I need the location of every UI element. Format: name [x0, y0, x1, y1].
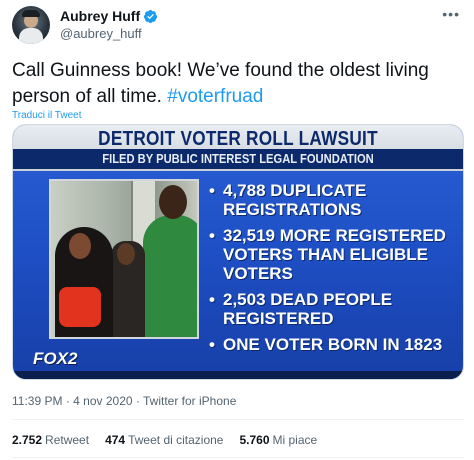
meta-separator: ·	[62, 394, 74, 408]
retweets-count: 2.752	[12, 433, 43, 447]
graphic-bullet-list: 4,788 DUPLICATE REGISTRATIONS 32,519 MOR…	[209, 181, 463, 361]
quote-tweets-label: Tweet di citazione	[128, 433, 224, 447]
avatar-body-shape	[19, 28, 43, 44]
quote-tweets-stat[interactable]: 474 Tweet di citazione	[105, 433, 223, 447]
photo-red-bag	[59, 287, 101, 327]
news-photo	[49, 179, 199, 339]
more-dots-icon[interactable]: •••	[442, 6, 460, 22]
likes-stat[interactable]: 5.760 Mi piace	[239, 433, 317, 447]
graphic-bullet: ONE VOTER BORN IN 1823	[209, 335, 463, 354]
tweet-text: Call Guinness book! We’ve found the olde…	[12, 58, 464, 110]
retweets-stat[interactable]: 2.752 Retweet	[12, 433, 89, 447]
photo-person-face-left	[69, 233, 91, 259]
retweets-label: Retweet	[45, 433, 90, 447]
tweet-time[interactable]: 11:39 PM	[12, 394, 62, 408]
likes-count: 5.760	[239, 433, 270, 447]
divider	[12, 419, 464, 420]
news-ticker-bar	[13, 371, 463, 379]
hashtag-link[interactable]: #voterfruad	[167, 86, 263, 107]
graphic-bullet: 2,503 DEAD PEOPLE REGISTERED	[209, 290, 463, 328]
graphic-subtitle-bar: FILED BY PUBLIC INTEREST LEGAL FOUNDATIO…	[13, 149, 463, 169]
graphic-title: DETROIT VOTER ROLL LAWSUIT	[98, 128, 378, 150]
meta-separator: ·	[132, 394, 143, 408]
graphic-banner: DETROIT VOTER ROLL LAWSUIT FILED BY PUBL…	[13, 125, 463, 171]
tweet-header: Aubrey Huff @aubrey_huff •••	[12, 6, 462, 46]
fox2-logo-text: FOX2	[33, 349, 78, 368]
name-row: Aubrey Huff	[60, 8, 158, 24]
graphic-bullet: 32,519 MORE REGISTERED VOTERS THAN ELIGI…	[209, 226, 463, 283]
display-name[interactable]: Aubrey Huff	[60, 8, 140, 24]
avatar[interactable]	[12, 6, 50, 44]
likes-label: Mi piace	[272, 433, 318, 447]
quote-tweets-count: 474	[105, 433, 126, 447]
photo-person-face	[117, 243, 135, 265]
graphic-bullet: 4,788 DUPLICATE REGISTRATIONS	[209, 181, 463, 219]
tweet-source-link[interactable]: Twitter for iPhone	[143, 394, 236, 408]
translate-tweet-link[interactable]: Traduci il Tweet	[12, 110, 81, 121]
tweet-media-image[interactable]: DETROIT VOTER ROLL LAWSUIT FILED BY PUBL…	[12, 124, 464, 380]
verified-badge-icon	[144, 9, 158, 23]
graphic-subtitle: FILED BY PUBLIC INTEREST LEGAL FOUNDATIO…	[102, 151, 374, 166]
avatar-cap-shape	[22, 10, 40, 17]
divider	[12, 457, 464, 458]
tweet-date[interactable]: 4 nov 2020	[73, 394, 132, 408]
tweet-timestamp: 11:39 PM · 4 nov 2020 · Twitter for iPho…	[12, 394, 236, 408]
photo-person-head	[159, 185, 187, 219]
user-handle[interactable]: @aubrey_huff	[60, 26, 142, 41]
tweet-stats: 2.752 Retweet 474 Tweet di citazione 5.760…	[12, 433, 333, 447]
photo-person-green	[143, 215, 197, 337]
